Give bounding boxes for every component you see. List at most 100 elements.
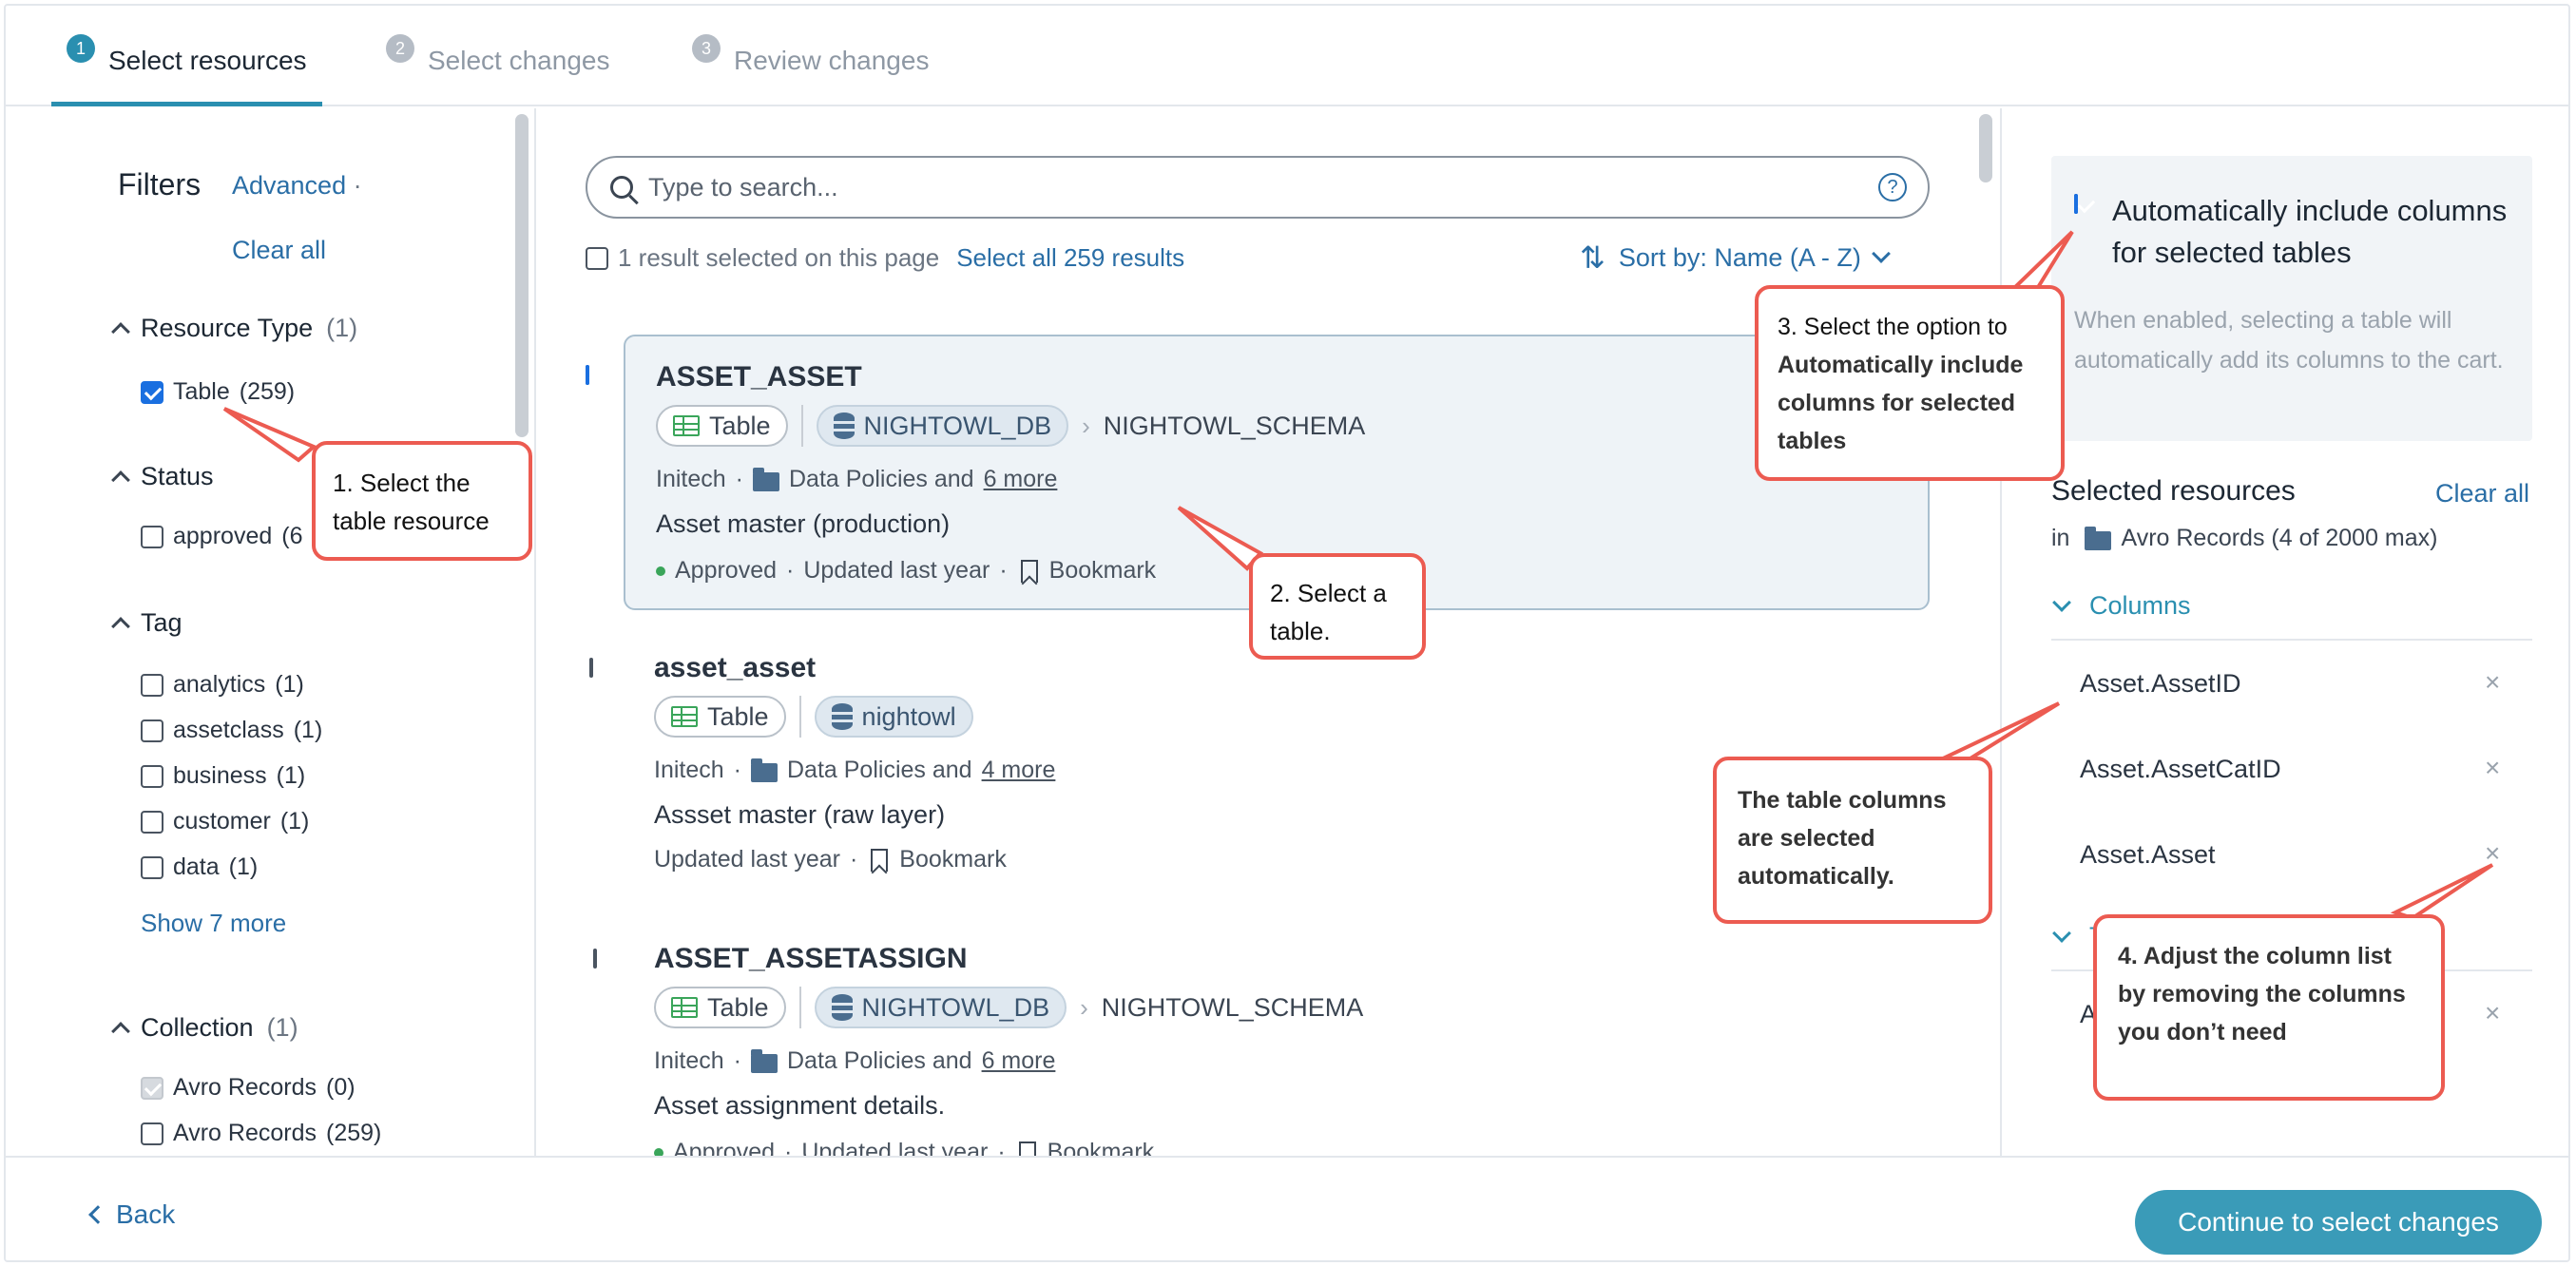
- filter-approved[interactable]: approved (6: [141, 523, 302, 550]
- bookmark-icon: [1020, 559, 1038, 583]
- auto-include-label[interactable]: Automatically include columns for select…: [2112, 190, 2511, 274]
- selected-resources-title: Selected resources: [2051, 475, 2296, 507]
- columns-section-toggle[interactable]: Columns: [2052, 591, 2191, 621]
- result-title[interactable]: asset_asset: [654, 652, 816, 684]
- chevron-right-icon: ›: [1080, 992, 1088, 1022]
- resource-type-group[interactable]: Resource Type (1): [111, 314, 357, 343]
- folder-label: Data Policies and: [789, 466, 974, 492]
- advanced-dot: ·: [353, 171, 362, 200]
- result-description: Assset master (raw layer): [654, 800, 946, 829]
- clear-cart-link[interactable]: Clear all: [2435, 479, 2529, 508]
- filter-table[interactable]: Table (259): [141, 378, 295, 406]
- filter-tag-business[interactable]: business (1): [141, 762, 305, 790]
- filter-tag-customer[interactable]: customer (1): [141, 808, 309, 835]
- db-chip[interactable]: nightowl: [814, 696, 973, 738]
- status-group[interactable]: Status: [111, 462, 214, 491]
- filter-collection-avro-259[interactable]: Avro Records (259): [141, 1120, 381, 1147]
- meta-separator: ·: [733, 1047, 741, 1074]
- folder-icon: [753, 467, 779, 491]
- more-link[interactable]: 4 more: [982, 757, 1056, 784]
- result-checkbox-checked[interactable]: [586, 365, 589, 385]
- advanced-link[interactable]: Advanced: [232, 171, 346, 200]
- filter-count: (6: [281, 523, 303, 549]
- selected-count-text: 1 result selected on this page: [618, 243, 940, 272]
- filters-scrollbar[interactable]: [515, 114, 529, 437]
- continue-button[interactable]: Continue to select changes: [2135, 1190, 2542, 1255]
- chevron-up-icon: [111, 1021, 130, 1041]
- search-input[interactable]: Type to search... ?: [586, 156, 1930, 219]
- meta-separator: ·: [786, 557, 795, 584]
- result-checkbox[interactable]: [593, 949, 597, 969]
- checkbox-icon[interactable]: [141, 1122, 163, 1145]
- db-chip[interactable]: NIGHTOWL_DB: [816, 405, 1069, 447]
- step-review-changes[interactable]: 3 Review changes: [692, 34, 929, 106]
- checkbox-checked-icon[interactable]: [141, 380, 163, 404]
- checkbox-icon[interactable]: [141, 810, 163, 834]
- filter-tag-assetclass[interactable]: assetclass (1): [141, 717, 322, 744]
- step-number: 2: [386, 34, 414, 63]
- stepper: 1 Select resources 2 Select changes 3 Re…: [6, 6, 2568, 106]
- type-chip: Table: [656, 405, 788, 447]
- filter-collection-avro-0[interactable]: Avro Records (0): [141, 1074, 356, 1102]
- bookmark-button[interactable]: Bookmark: [1018, 1139, 1155, 1156]
- meta-separator: ·: [999, 557, 1008, 584]
- meta-separator: ·: [784, 1139, 793, 1156]
- db-chip[interactable]: NIGHTOWL_DB: [814, 987, 1067, 1028]
- checkbox-icon[interactable]: [141, 855, 163, 879]
- result-title[interactable]: ASSET_ASSET: [656, 361, 862, 393]
- show-more-tags-link[interactable]: Show 7 more: [141, 909, 286, 938]
- sort-label: Sort by: Name (A - Z): [1618, 242, 1861, 272]
- chevron-up-icon: [111, 470, 130, 489]
- checkbox-icon[interactable]: [141, 673, 163, 697]
- filters-title: Filters: [118, 167, 202, 201]
- filter-count: (1): [228, 854, 259, 880]
- back-button[interactable]: Back: [88, 1199, 175, 1230]
- select-all-link[interactable]: Select all 259 results: [956, 243, 1184, 273]
- result-meta: Initech · Data Policies and 4 more: [654, 757, 1055, 784]
- filter-tag-analytics[interactable]: analytics (1): [141, 671, 304, 699]
- type-label: Table: [709, 411, 771, 440]
- advanced-filters[interactable]: Advanced ·: [232, 171, 362, 201]
- remove-table-icon[interactable]: ×: [2485, 998, 2500, 1028]
- status-label: Approved: [675, 557, 778, 584]
- result-card[interactable]: ASSET_ASSETASSIGN Table NIGHTOWL_DB › NI…: [624, 918, 1930, 1156]
- db-label: NIGHTOWL_DB: [863, 411, 1052, 440]
- callout-text: 3. Select the option to: [1778, 314, 2008, 340]
- bookmark-button[interactable]: Bookmark: [1020, 557, 1156, 585]
- select-page-checkbox[interactable]: [586, 246, 608, 270]
- step-label: Review changes: [734, 46, 930, 75]
- filter-tag-data[interactable]: data (1): [141, 854, 258, 881]
- checkbox-disabled-icon: [141, 1076, 163, 1100]
- step-number: 3: [692, 34, 721, 63]
- sort-dropdown[interactable]: ⇅ Sort by: Name (A - Z): [1580, 240, 1891, 276]
- result-title[interactable]: ASSET_ASSETASSIGN: [654, 943, 968, 975]
- result-checkbox[interactable]: [589, 658, 593, 678]
- more-link[interactable]: 6 more: [984, 466, 1058, 493]
- filters-panel: Filters Advanced · Clear all Resource Ty…: [6, 108, 536, 1156]
- chevron-down-icon: [2052, 592, 2071, 612]
- filter-count: (259): [326, 1120, 382, 1146]
- filter-count: (259): [239, 378, 296, 405]
- clear-filters-link[interactable]: Clear all: [232, 236, 326, 265]
- tag-group[interactable]: Tag: [111, 608, 183, 638]
- checkbox-icon[interactable]: [141, 764, 163, 788]
- remove-column-icon[interactable]: ×: [2485, 753, 2500, 783]
- bookmark-label: Bookmark: [1047, 1139, 1155, 1156]
- checkbox-icon[interactable]: [141, 719, 163, 742]
- result-meta: Initech · Data Policies and 6 more: [656, 466, 1057, 493]
- help-icon[interactable]: ?: [1878, 173, 1907, 201]
- collection-group[interactable]: Collection (1): [111, 1013, 298, 1043]
- chevron-down-icon: [1871, 244, 1891, 263]
- results-scrollbar[interactable]: [1979, 114, 1992, 182]
- step-select-resources[interactable]: 1 Select resources: [51, 34, 322, 106]
- cart-collection: in Avro Records (4 of 2000 max): [2051, 525, 2438, 552]
- folder-icon: [751, 1048, 778, 1073]
- more-link[interactable]: 6 more: [982, 1047, 1056, 1075]
- auto-include-checkbox[interactable]: [2074, 194, 2078, 214]
- meta-separator: ·: [733, 757, 741, 783]
- remove-column-icon[interactable]: ×: [2485, 667, 2500, 698]
- step-select-changes[interactable]: 2 Select changes: [386, 34, 609, 106]
- checkbox-icon[interactable]: [141, 525, 163, 548]
- bookmark-button[interactable]: Bookmark: [871, 846, 1007, 873]
- remove-column-icon[interactable]: ×: [2485, 838, 2500, 869]
